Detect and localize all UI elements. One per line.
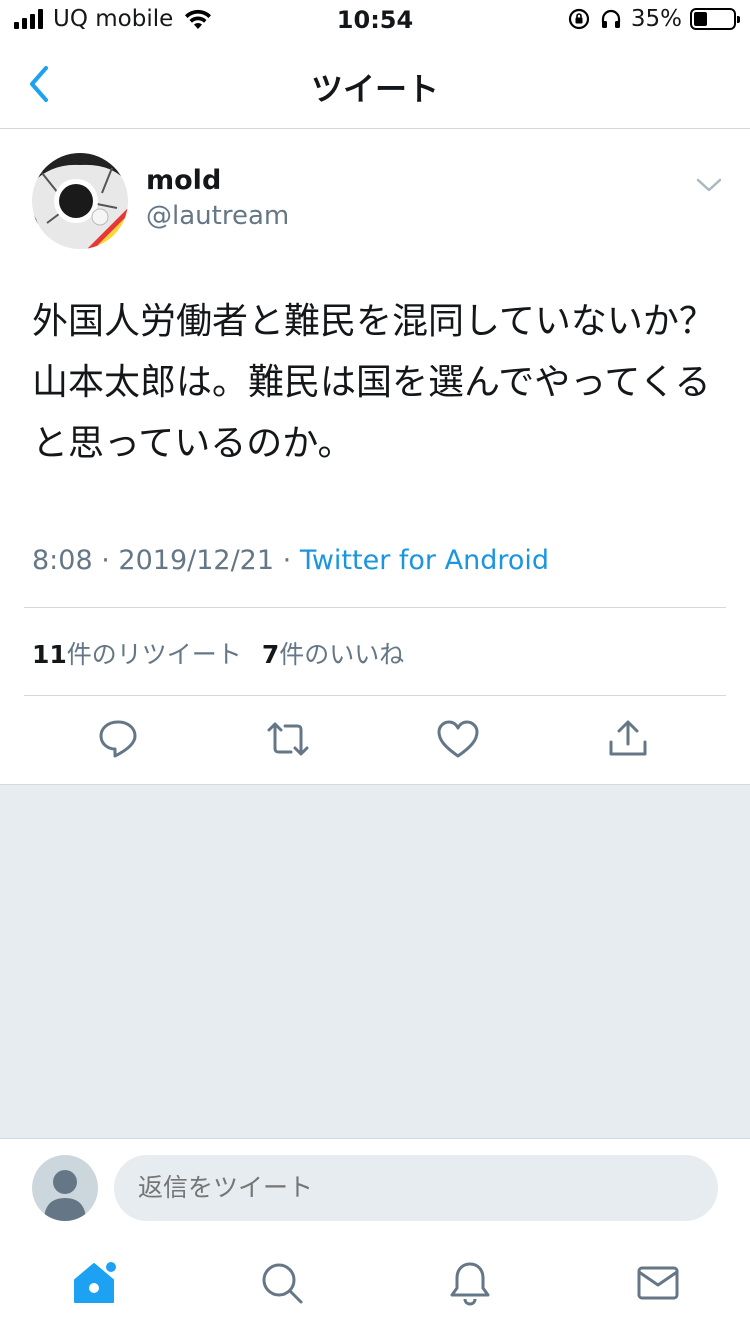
replies-area bbox=[0, 784, 750, 1138]
bottom-tab-bar bbox=[0, 1238, 750, 1334]
retweet-count-link[interactable]: 11件のリツイート bbox=[32, 635, 242, 671]
bell-icon bbox=[450, 1262, 490, 1306]
author-handle[interactable]: @lautream bbox=[146, 201, 289, 231]
status-bar: UQ mobile 10:54 35% bbox=[0, 0, 750, 40]
retweet-button[interactable] bbox=[263, 714, 313, 764]
default-avatar-icon bbox=[44, 1170, 86, 1221]
chevron-down-icon bbox=[696, 178, 722, 192]
orientation-lock-icon bbox=[568, 8, 589, 30]
share-button[interactable] bbox=[603, 714, 653, 764]
envelope-icon bbox=[637, 1266, 679, 1300]
tweet-actions bbox=[0, 714, 750, 764]
tab-home[interactable] bbox=[69, 1258, 119, 1308]
tweet-time: 8:08 bbox=[32, 545, 93, 576]
tweet-text: 外国人労働者と難民を混同していないか？山本太郎は。難民は国を選んでやってくると思… bbox=[32, 301, 715, 464]
reply-button[interactable] bbox=[93, 714, 143, 764]
tweet-date: 2019/12/21 bbox=[118, 545, 275, 576]
share-icon bbox=[609, 720, 647, 756]
engagement-counts: 11件のリツイート 7件のいいね bbox=[32, 635, 404, 671]
author-name[interactable]: mold bbox=[146, 165, 221, 196]
retweet-count-label: 件のリツイート bbox=[66, 640, 242, 669]
battery-percentage: 35% bbox=[630, 6, 682, 32]
retweet-icon bbox=[267, 722, 309, 756]
tab-notifications[interactable] bbox=[445, 1258, 495, 1308]
meta-separator-2: · bbox=[282, 545, 292, 576]
like-count-link[interactable]: 7件のいいね bbox=[262, 635, 404, 671]
author-avatar[interactable] bbox=[32, 153, 128, 249]
meta-separator: · bbox=[101, 545, 110, 576]
avatar-image bbox=[32, 153, 128, 249]
status-bar-right: 35% bbox=[567, 6, 740, 32]
like-count-label: 件のいいね bbox=[279, 640, 405, 669]
like-count: 7 bbox=[261, 640, 280, 669]
user-avatar[interactable] bbox=[32, 1155, 98, 1221]
heart-icon bbox=[437, 720, 479, 758]
reply-input[interactable] bbox=[114, 1155, 718, 1221]
search-icon bbox=[262, 1263, 303, 1304]
tweet-detail: mold @lautream 外国人労働者と難民を混同していないか？山本太郎は。… bbox=[0, 129, 750, 784]
page-title: ツイート bbox=[310, 70, 439, 108]
reply-composer bbox=[0, 1138, 750, 1238]
tweet-source-link[interactable]: Twitter for Android bbox=[300, 545, 549, 576]
headphones-icon bbox=[601, 9, 620, 28]
tab-messages[interactable] bbox=[633, 1258, 683, 1308]
navigation-header: ツイート bbox=[0, 40, 750, 129]
reply-icon bbox=[99, 720, 137, 758]
divider bbox=[24, 607, 726, 608]
battery-level bbox=[694, 12, 708, 26]
battery-icon bbox=[690, 8, 740, 30]
tab-search[interactable] bbox=[257, 1258, 307, 1308]
tweet-metadata: 8:08 · 2019/12/21 · Twitter for Android bbox=[32, 545, 549, 576]
like-button[interactable] bbox=[433, 714, 483, 764]
tweet-options-button[interactable] bbox=[694, 173, 724, 197]
retweet-count: 11 bbox=[32, 640, 67, 669]
divider bbox=[24, 695, 726, 696]
home-icon bbox=[74, 1262, 116, 1303]
